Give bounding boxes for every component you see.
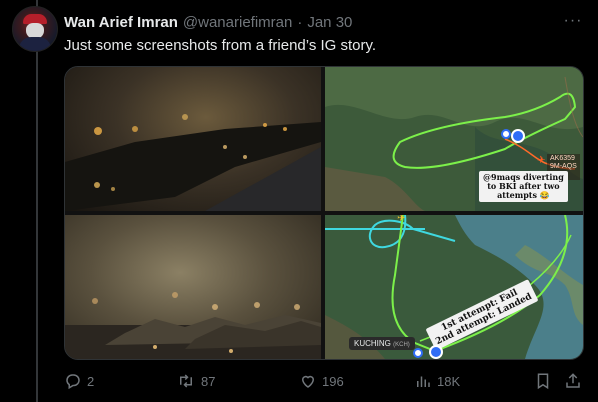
airport-marker[interactable] — [511, 129, 525, 143]
tweet-text: Just some screenshots from a friend’s IG… — [64, 37, 377, 54]
reply-icon — [64, 372, 82, 390]
bookmark-icon — [534, 372, 552, 390]
waypoint-marker — [501, 129, 511, 139]
photo-foggy-night-airport[interactable] — [65, 67, 321, 211]
map-flight-track-1[interactable]: ✈ AK6359 9M-AQS A320 @9maqs diverting to… — [325, 67, 583, 211]
bookmark-button[interactable] — [534, 370, 552, 392]
views-button[interactable]: 18K — [414, 370, 460, 392]
share-icon — [564, 372, 582, 390]
retweet-count: 87 — [201, 373, 216, 389]
more-dots-icon[interactable]: ··· — [562, 10, 584, 32]
aircraft-registration: 9M-AQS — [550, 163, 577, 170]
heart-icon — [299, 372, 317, 390]
reply-button[interactable]: 2 — [64, 370, 94, 392]
avatar-body — [19, 37, 51, 51]
caption-line: attempts 😂 — [497, 190, 550, 200]
story-caption-diverting: @9maqs diverting to BKI after two attemp… — [479, 171, 568, 202]
like-count: 196 — [322, 373, 344, 389]
tweet-header: Wan Arief Imran @wanariefimran · Jan 30 — [64, 12, 352, 32]
flight-number: AK6359 — [550, 155, 575, 162]
airport-name: KUCHING — [354, 339, 391, 348]
handle[interactable]: @wanariefimran — [183, 14, 292, 31]
separator: · — [297, 13, 303, 31]
photo-foggy-airport-terminal[interactable] — [65, 215, 321, 359]
thread-line — [36, 0, 38, 402]
map-flight-track-2[interactable]: ✈ 1st attempt: Fail 2nd attempt: Landed … — [325, 215, 583, 359]
airport-marker[interactable] — [429, 345, 443, 359]
action-bar: 2 87 196 18K — [64, 370, 584, 392]
view-count: 18K — [437, 373, 461, 389]
plane-icon: ✈ — [397, 215, 406, 224]
airport-label: KUCHING (KCH) — [349, 337, 415, 350]
like-button[interactable]: 196 — [299, 370, 344, 392]
waypoint-marker — [413, 348, 423, 358]
retweet-icon — [176, 372, 196, 390]
airport-code: (KCH) — [393, 342, 410, 348]
media-grid: ✈ AK6359 9M-AQS A320 @9maqs diverting to… — [64, 66, 584, 360]
plane-icon: ✈ — [537, 155, 546, 166]
avatar[interactable] — [12, 6, 58, 52]
share-button[interactable] — [564, 370, 582, 392]
retweet-button[interactable]: 87 — [176, 370, 215, 392]
reply-count: 2 — [87, 373, 95, 389]
display-name[interactable]: Wan Arief Imran — [64, 14, 178, 31]
bar-chart-icon — [414, 372, 432, 390]
post-date[interactable]: Jan 30 — [307, 14, 352, 31]
